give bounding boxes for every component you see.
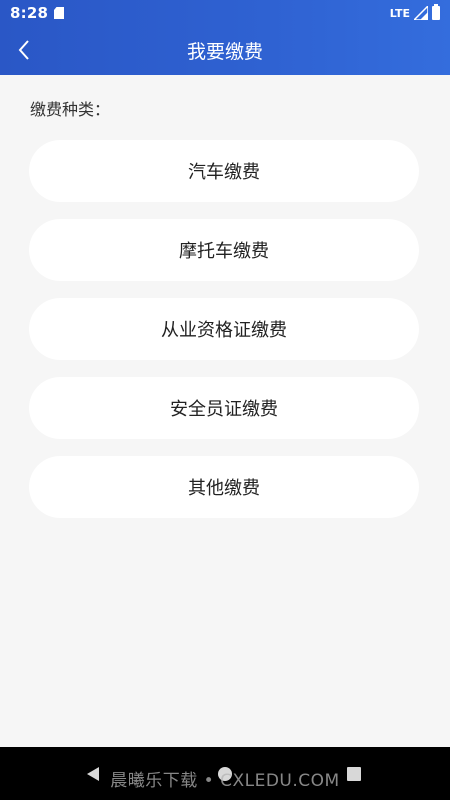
payment-type-motorcycle-button[interactable]: 摩托车缴费: [29, 219, 419, 281]
signal-icon: [414, 6, 428, 20]
page-title: 我要缴费: [186, 41, 263, 63]
payment-type-other-button[interactable]: 其他缴费: [29, 456, 419, 518]
payment-type-list: 汽车缴费 摩托车缴费 从业资格证缴费 安全员证缴费 其他缴费: [29, 140, 419, 535]
network-type: LTE: [389, 6, 410, 20]
app-header: 8:28 LTE 我要缴费: [0, 0, 450, 75]
payment-type-qualification-cert-button[interactable]: 从业资格证缴费: [29, 298, 419, 360]
nav-recents-icon[interactable]: [347, 767, 361, 781]
system-nav-bar: [0, 747, 450, 800]
section-label: 缴费种类：: [30, 100, 111, 119]
sd-card-icon: [54, 7, 64, 19]
status-time: 8:28: [10, 4, 49, 22]
status-indicators: LTE: [389, 4, 440, 21]
status-bar: 8:28 LTE: [0, 0, 450, 26]
payment-type-safety-officer-cert-button[interactable]: 安全员证缴费: [29, 377, 419, 439]
nav-back-icon[interactable]: [87, 767, 99, 781]
payment-type-car-button[interactable]: 汽车缴费: [29, 140, 419, 202]
nav-home-icon[interactable]: [218, 767, 232, 781]
battery-icon: [432, 4, 440, 20]
